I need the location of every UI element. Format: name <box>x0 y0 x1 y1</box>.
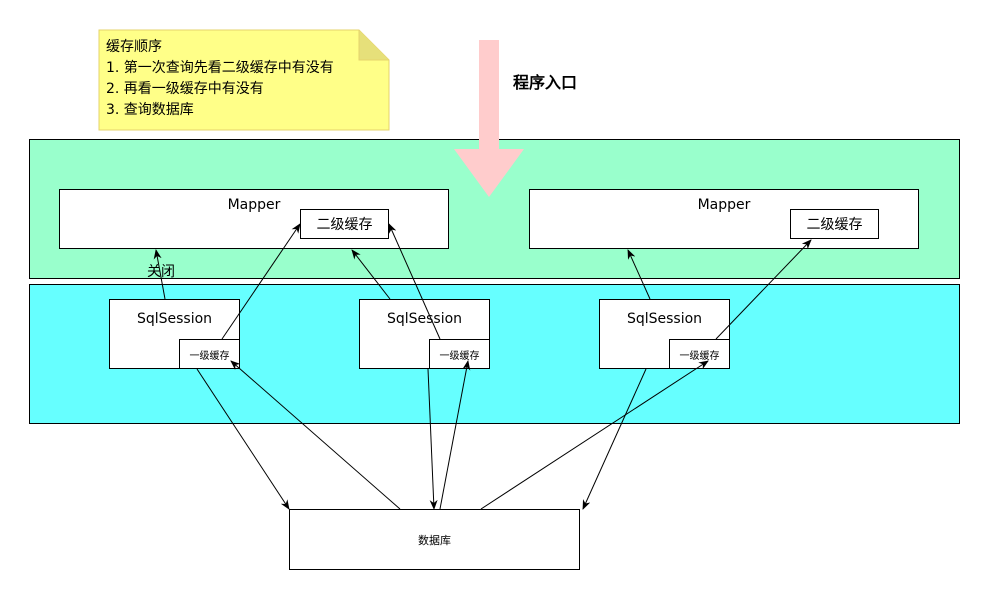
note-line-3: 2. 再看一级缓存中有没有 <box>106 81 264 97</box>
note-line-2: 1. 第一次查询先看二级缓存中有没有 <box>106 60 334 76</box>
note-line-4: 3. 查询数据库 <box>106 102 194 118</box>
close-label: 关闭 <box>147 264 175 280</box>
entry-label: 程序入口 <box>513 73 578 92</box>
note-line-1: 缓存顺序 <box>106 39 162 55</box>
note-text: 缓存顺序 1. 第一次查询先看二级缓存中有没有 2. 再看一级缓存中有没有 3.… <box>106 37 334 121</box>
diagram-canvas: Mapper 二级缓存 Mapper 二级缓存 SqlSession 一级缓存 … <box>0 0 982 591</box>
